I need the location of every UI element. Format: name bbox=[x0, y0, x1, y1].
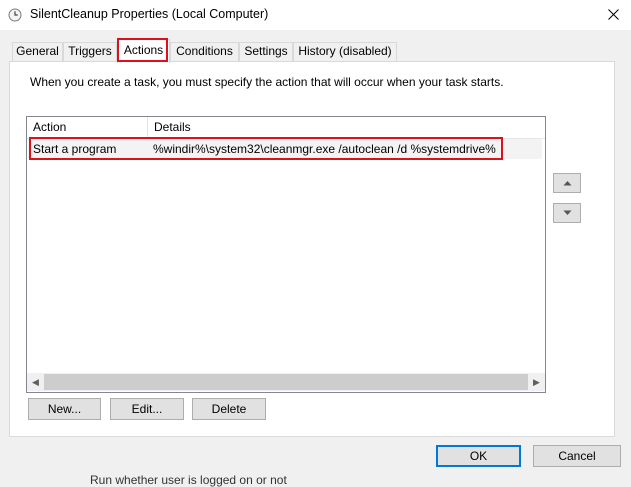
scroll-thumb[interactable] bbox=[44, 374, 528, 390]
tab-general[interactable]: General bbox=[12, 42, 63, 62]
ok-button[interactable]: OK bbox=[436, 445, 521, 467]
clock-icon bbox=[8, 8, 22, 22]
edit-action-button[interactable]: Edit... bbox=[110, 398, 184, 420]
background-window-text: Run whether user is logged on or not bbox=[90, 473, 287, 487]
title-bar: SilentCleanup Properties (Local Computer… bbox=[0, 0, 631, 30]
tab-triggers[interactable]: Triggers bbox=[63, 42, 117, 62]
move-up-button[interactable] bbox=[553, 173, 581, 193]
tab-conditions[interactable]: Conditions bbox=[170, 42, 239, 62]
new-action-button[interactable]: New... bbox=[28, 398, 101, 420]
move-down-button[interactable] bbox=[553, 203, 581, 223]
arrow-down-icon bbox=[563, 210, 572, 215]
arrow-up-icon bbox=[563, 181, 572, 186]
tab-actions[interactable]: Actions bbox=[117, 39, 170, 63]
horizontal-scrollbar[interactable]: ◀ ▶ bbox=[27, 373, 545, 391]
actions-description: When you create a task, you must specify… bbox=[30, 75, 504, 89]
delete-action-button[interactable]: Delete bbox=[192, 398, 266, 420]
actions-list[interactable]: Action Details Start a program %windir%\… bbox=[26, 116, 546, 393]
tab-history[interactable]: History (disabled) bbox=[293, 42, 397, 62]
close-icon bbox=[608, 9, 619, 20]
list-header: Action Details bbox=[27, 117, 545, 139]
action-cell: Start a program bbox=[33, 142, 117, 156]
scroll-right-icon[interactable]: ▶ bbox=[528, 373, 545, 391]
details-cell: %windir%\system32\cleanmgr.exe /autoclea… bbox=[153, 142, 496, 156]
table-row[interactable]: Start a program %windir%\system32\cleanm… bbox=[28, 139, 542, 159]
column-header-action[interactable]: Action bbox=[27, 117, 148, 138]
cancel-button[interactable]: Cancel bbox=[533, 445, 621, 467]
scroll-left-icon[interactable]: ◀ bbox=[27, 373, 44, 391]
column-header-details[interactable]: Details bbox=[148, 117, 545, 138]
close-button[interactable] bbox=[596, 0, 631, 30]
window-title: SilentCleanup Properties (Local Computer… bbox=[30, 7, 269, 21]
tab-settings[interactable]: Settings bbox=[239, 42, 293, 62]
